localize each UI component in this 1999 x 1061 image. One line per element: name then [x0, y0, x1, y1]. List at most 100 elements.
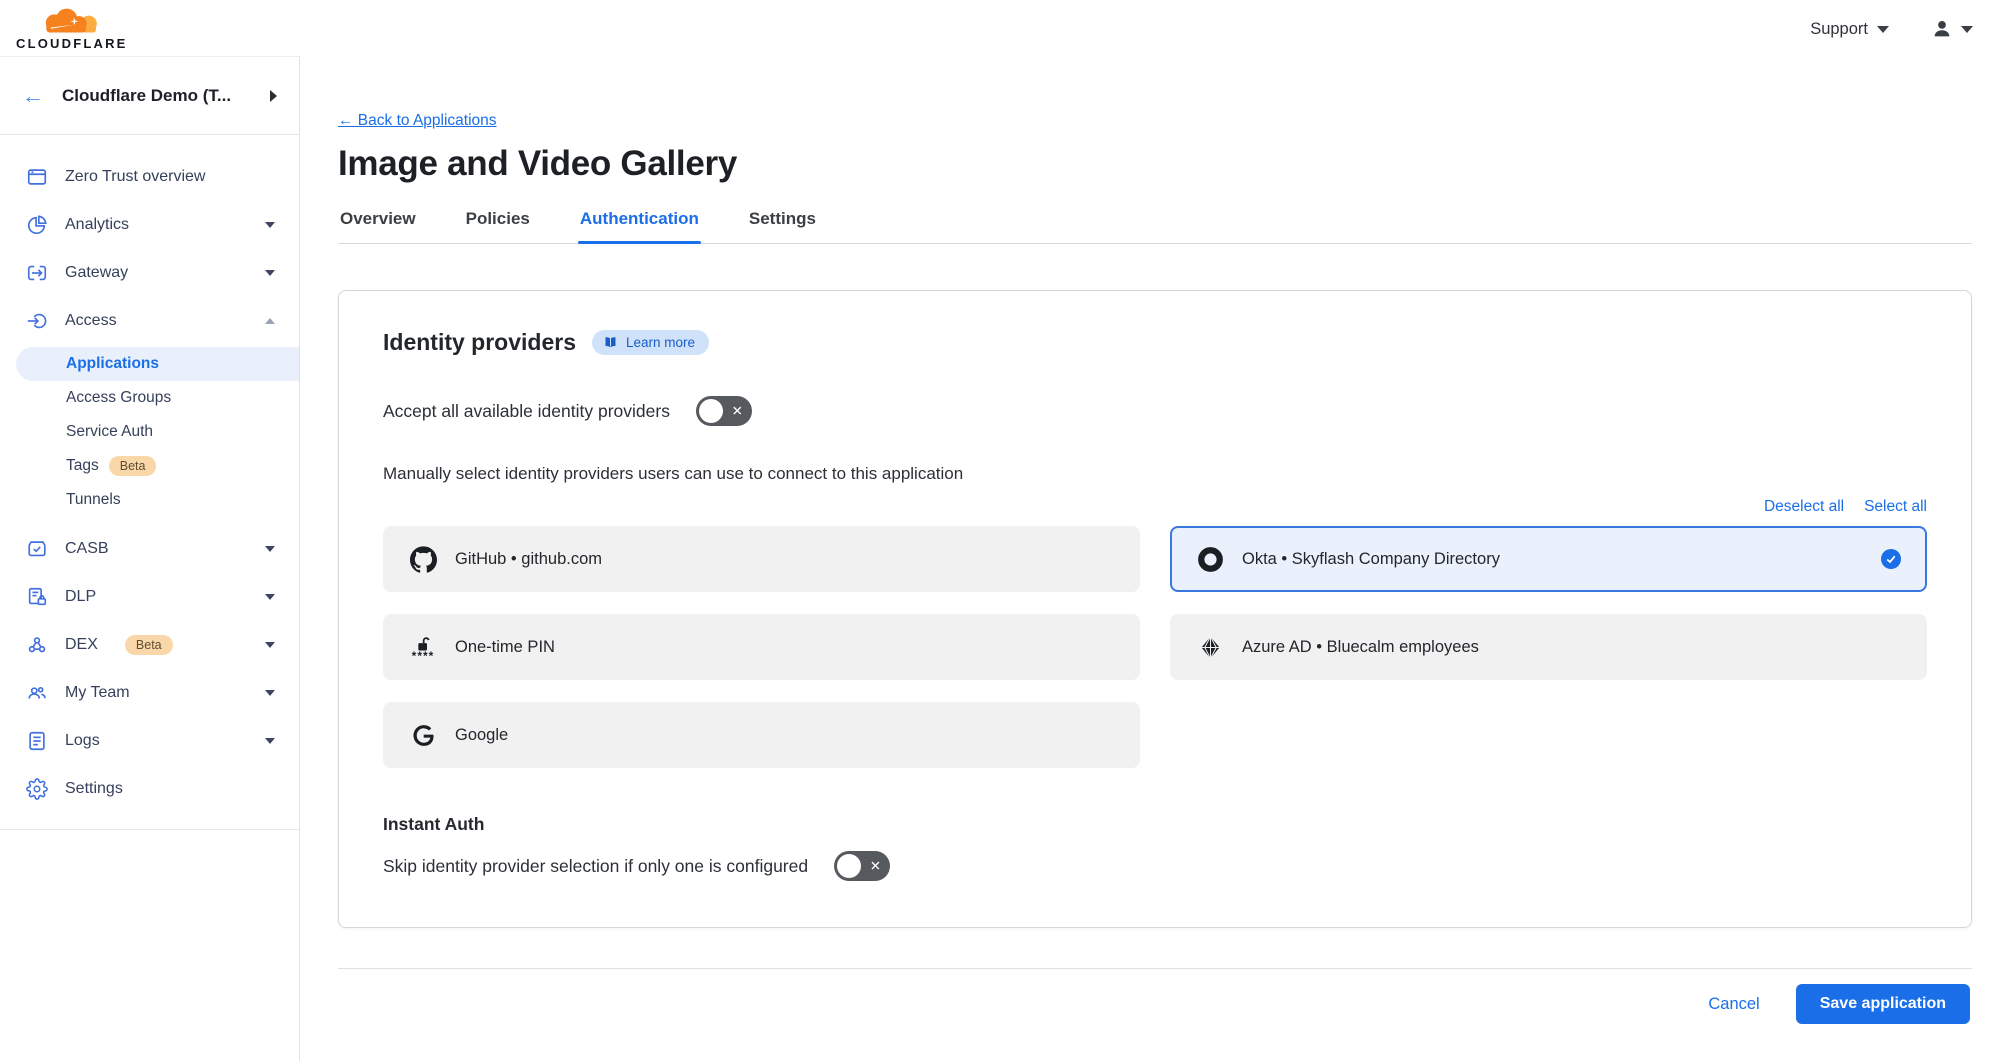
sidebar-subitem-label: Tunnels — [66, 491, 121, 509]
chevron-down-icon — [265, 642, 275, 648]
main-content: ← Back to Applications Image and Video G… — [300, 56, 1999, 1061]
chevron-down-icon — [265, 738, 275, 744]
provider-tiles: GitHub • github.com Okta • Skyflash Comp… — [383, 526, 1927, 768]
dlp-icon — [26, 586, 48, 608]
tab-authentication[interactable]: Authentication — [578, 209, 701, 243]
card-heading: Identity providers — [383, 329, 576, 356]
provider-name: GitHub • github.com — [455, 550, 602, 569]
instant-auth-toggle[interactable]: ✕ — [834, 851, 890, 881]
sidebar-subitem-label: Service Auth — [66, 423, 153, 441]
pin-dots: **** — [412, 654, 435, 658]
instant-auth-label: Skip identity provider selection if only… — [383, 856, 808, 877]
sidebar-item-label: Logs — [65, 732, 100, 750]
account-name: Cloudflare Demo (T... — [62, 86, 252, 106]
access-submenu: Applications Access Groups Service Auth … — [0, 345, 299, 525]
sidebar-item-gateway[interactable]: Gateway — [0, 249, 299, 297]
okta-icon — [1196, 546, 1224, 573]
instant-auth-heading: Instant Auth — [383, 814, 1927, 835]
tab-settings[interactable]: Settings — [747, 209, 818, 243]
sidebar-item-settings[interactable]: Settings — [0, 765, 299, 813]
sidebar-item-casb[interactable]: CASB — [0, 525, 299, 573]
back-to-applications-link[interactable]: ← Back to Applications — [338, 112, 497, 130]
user-icon — [1931, 18, 1953, 40]
sidebar-item-tunnels[interactable]: Tunnels — [0, 483, 299, 517]
provider-name: Okta • Skyflash Company Directory — [1242, 550, 1500, 569]
chevron-down-icon — [265, 546, 275, 552]
cloudflare-logo[interactable]: CLOUDFLARE — [16, 7, 128, 51]
accept-all-toggle[interactable]: ✕ — [696, 396, 752, 426]
toggle-x-icon: ✕ — [732, 404, 743, 418]
logs-icon — [26, 730, 48, 752]
provider-tile-azure-ad[interactable]: Azure AD • Bluecalm employees — [1170, 614, 1927, 680]
identity-providers-card: Identity providers Learn more Accept all… — [338, 290, 1972, 928]
chevron-down-icon — [265, 594, 275, 600]
cancel-button[interactable]: Cancel — [1708, 995, 1759, 1014]
sidebar-item-my-team[interactable]: My Team — [0, 669, 299, 717]
tab-policies[interactable]: Policies — [464, 209, 532, 243]
topbar: CLOUDFLARE Support — [0, 0, 1999, 56]
sidebar-item-access-groups[interactable]: Access Groups — [0, 381, 299, 415]
sidebar-item-applications[interactable]: Applications — [16, 347, 299, 381]
chevron-down-icon — [265, 270, 275, 276]
user-menu[interactable] — [1931, 18, 1973, 40]
beta-badge: Beta — [109, 456, 157, 476]
sidebar-item-label: Zero Trust overview — [65, 168, 205, 186]
sidebar-item-service-auth[interactable]: Service Auth — [0, 415, 299, 449]
toggle-knob — [837, 854, 861, 878]
sidebar-item-label: CASB — [65, 540, 109, 558]
select-all-link[interactable]: Select all — [1864, 498, 1927, 516]
sidebar-subitem-label: Applications — [66, 355, 159, 373]
sidebar-item-access[interactable]: Access — [0, 297, 299, 345]
chevron-right-icon — [270, 90, 277, 102]
support-menu[interactable]: Support — [1810, 20, 1889, 39]
provider-tile-google[interactable]: Google — [383, 702, 1140, 768]
sidebar-nav: Zero Trust overview Analytics Gateway — [0, 135, 299, 830]
sidebar-subitem-label: Tags — [66, 457, 99, 475]
manual-select-text: Manually select identity providers users… — [383, 464, 1927, 484]
casb-icon — [26, 538, 48, 560]
sidebar-item-label: DLP — [65, 588, 96, 606]
save-application-button[interactable]: Save application — [1796, 984, 1970, 1024]
provider-name: Google — [455, 726, 508, 745]
analytics-icon — [26, 214, 48, 236]
sidebar-item-label: DEX — [65, 636, 98, 654]
accept-all-label: Accept all available identity providers — [383, 401, 670, 422]
chevron-down-icon — [1961, 26, 1973, 33]
provider-tile-one-time-pin[interactable]: **** One-time PIN — [383, 614, 1140, 680]
sidebar-item-label: Analytics — [65, 216, 129, 234]
sidebar-item-dlp[interactable]: DLP — [0, 573, 299, 621]
gateway-icon — [26, 262, 48, 284]
tab-bar: Overview Policies Authentication Setting… — [338, 209, 1972, 244]
footer-action-bar: Cancel Save application — [338, 968, 1972, 1024]
github-icon — [409, 546, 437, 573]
tab-overview[interactable]: Overview — [338, 209, 418, 243]
gear-icon — [26, 778, 48, 800]
beta-badge: Beta — [125, 635, 173, 655]
provider-tile-github[interactable]: GitHub • github.com — [383, 526, 1140, 592]
support-label: Support — [1810, 20, 1868, 39]
learn-more-button[interactable]: Learn more — [592, 330, 709, 355]
sidebar-item-tags[interactable]: Tags Beta — [0, 449, 299, 483]
book-icon — [603, 335, 618, 350]
page-title: Image and Video Gallery — [338, 144, 1972, 184]
team-icon — [26, 682, 48, 704]
chevron-down-icon — [1877, 26, 1889, 33]
provider-tile-okta[interactable]: Okta • Skyflash Company Directory — [1170, 526, 1927, 592]
chevron-down-icon — [265, 690, 275, 696]
account-switcher[interactable]: ← Cloudflare Demo (T... — [0, 57, 299, 135]
sidebar-item-analytics[interactable]: Analytics — [0, 201, 299, 249]
azure-ad-icon — [1196, 635, 1224, 660]
sidebar-item-dex[interactable]: DEX Beta — [0, 621, 299, 669]
sidebar-item-label: My Team — [65, 684, 130, 702]
access-icon — [26, 310, 48, 332]
sidebar-item-logs[interactable]: Logs — [0, 717, 299, 765]
provider-name: One-time PIN — [455, 638, 555, 657]
deselect-all-link[interactable]: Deselect all — [1764, 498, 1844, 516]
selected-check-icon — [1881, 549, 1901, 569]
toggle-x-icon: ✕ — [870, 859, 881, 873]
provider-name: Azure AD • Bluecalm employees — [1242, 638, 1479, 657]
sidebar: ← Cloudflare Demo (T... Zero Trust overv… — [0, 56, 300, 1061]
dex-icon — [26, 634, 48, 656]
back-arrow-icon[interactable]: ← — [22, 85, 44, 107]
sidebar-item-zero-trust-overview[interactable]: Zero Trust overview — [0, 153, 299, 201]
